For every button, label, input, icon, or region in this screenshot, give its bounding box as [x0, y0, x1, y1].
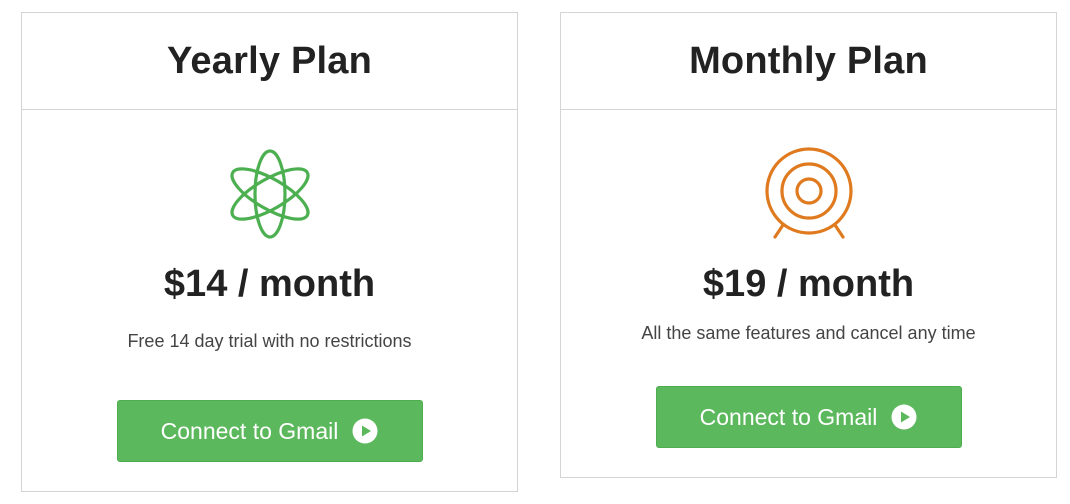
target-icon [764, 147, 853, 239]
plan-title: Monthly Plan [689, 39, 928, 82]
plan-header: Monthly Plan [560, 12, 1057, 110]
button-label: Connect to Gmail [699, 403, 878, 430]
plan-price: $14 / month [163, 263, 376, 305]
plan-description: All the same features and cancel any tim… [641, 323, 976, 343]
play-circle-icon [891, 404, 917, 430]
connect-to-gmail-button[interactable]: Connect to Gmail [116, 400, 423, 462]
plan-price: $19 / month [702, 263, 915, 305]
monthly-plan-card: Monthly Plan $19 / month All the same fe… [560, 12, 1057, 478]
yearly-plan-card: Yearly Plan $14 / month Free 14 day tria… [21, 12, 518, 492]
plan-title: Yearly Plan [166, 39, 372, 82]
button-label: Connect to Gmail [160, 417, 339, 444]
plan-description: Free 14 day trial with no restrictions [127, 331, 412, 351]
plan-body: $14 / month Free 14 day trial with no re… [21, 109, 518, 492]
play-circle-icon [352, 418, 378, 444]
plan-header: Yearly Plan [21, 12, 518, 110]
plan-body: $19 / month All the same features and ca… [560, 109, 1057, 478]
atom-icon [229, 149, 310, 239]
connect-to-gmail-button[interactable]: Connect to Gmail [655, 386, 962, 448]
